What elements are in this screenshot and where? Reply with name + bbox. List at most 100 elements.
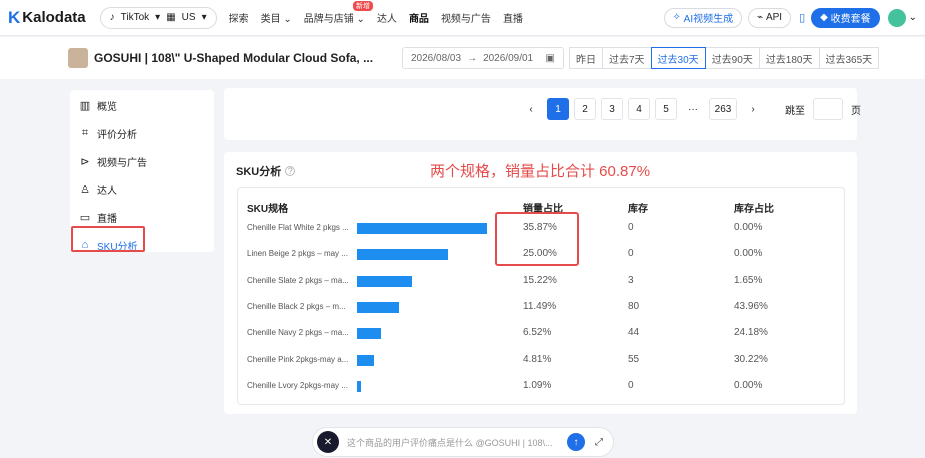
product-title: GOSUHI | 108\" U-Shaped Modular Cloud So…: [94, 51, 374, 65]
sku-row-name: Chenille Navy 2 pkgs – ma...: [247, 328, 349, 337]
page-2[interactable]: 2: [574, 98, 596, 120]
page-last[interactable]: 263: [709, 98, 737, 120]
nav-explore[interactable]: 探索: [229, 10, 249, 25]
sku-share-bar: [357, 249, 448, 260]
expand-icon[interactable]: ⤢: [595, 437, 603, 448]
k-logo-icon: K: [8, 7, 21, 27]
date-end: 2026/09/01: [483, 52, 534, 64]
pricing-button[interactable]: ◆ 收费套餐: [811, 7, 880, 28]
sku-row-share: 4.81%: [523, 354, 552, 365]
range-365d[interactable]: 过去365天: [818, 47, 880, 69]
ai-video-button[interactable]: ✧ AI视频生成: [663, 7, 743, 28]
avatar[interactable]: [887, 8, 906, 27]
nav-brand-label: 品牌与店铺: [303, 14, 354, 25]
sidebar-item-label: 概览: [97, 101, 117, 113]
top-nav: K Kalodata ♪ TikTok ▾ ▦ US ▾ 探索 类目 ⌄ 品牌与…: [0, 0, 925, 36]
range-30d[interactable]: 过去30天: [650, 47, 706, 69]
chevron-down-icon: ⌄: [356, 14, 365, 25]
sidebar-item-video-ads[interactable]: ⊳ 视频与广告: [70, 148, 214, 174]
send-icon[interactable]: ↑: [567, 433, 585, 451]
sku-row-stock: 44: [628, 327, 640, 338]
nav-creator[interactable]: 达人: [377, 10, 397, 25]
sidebar-item-overview[interactable]: ▥ 概览: [70, 92, 214, 118]
nav-live[interactable]: 直播: [503, 10, 523, 25]
user-icon: ♙: [80, 183, 90, 196]
product-header: GOSUHI | 108\" U-Shaped Modular Cloud So…: [0, 37, 925, 79]
sidebar-item-label: 视频与广告: [97, 157, 147, 169]
ai-video-label: AI视频生成: [683, 14, 734, 25]
tiktok-icon: ♪: [109, 12, 115, 23]
range-180d[interactable]: 过去180天: [758, 47, 820, 69]
video-camera-icon: ▭: [79, 211, 91, 224]
api-button[interactable]: ⌁ API: [748, 7, 792, 28]
api-label: API: [765, 12, 783, 23]
sku-row-name: Chenille Black 2 pkgs – m...: [247, 302, 346, 311]
page-jump-input[interactable]: [813, 98, 843, 120]
nav-brand-shop[interactable]: 品牌与店铺 ⌄ 新增: [303, 1, 373, 25]
page-suffix: 页: [851, 105, 861, 117]
chevron-down-icon: ⌄: [283, 14, 292, 25]
nav-video-ads[interactable]: 视频与广告: [441, 10, 491, 25]
ai-bot-icon[interactable]: ✕: [317, 431, 339, 453]
date-range-picker[interactable]: 2026/08/03 → 2026/09/01 ▣: [402, 47, 564, 69]
api-icon: ⌁: [757, 12, 764, 23]
page-3[interactable]: 3: [601, 98, 623, 120]
nav-right: ✧ AI视频生成 ⌁ API ▯ ◆ 收费套餐 ⌄: [658, 7, 917, 28]
platform-selector[interactable]: ♪ TikTok ▾ ▦ US ▾: [99, 6, 217, 29]
chevron-down-icon[interactable]: ⌄: [909, 12, 917, 23]
annotation-text: 两个规格，销量占比合计 60.87%: [430, 163, 651, 180]
sku-section-title: SKU分析 ?: [236, 163, 296, 179]
sku-row-stock: 0: [628, 380, 634, 391]
sidebar-item-reviews[interactable]: ⌗ 评价分析: [70, 120, 214, 146]
sku-row-stock-share: 43.96%: [734, 301, 768, 312]
sku-row-share: 1.09%: [523, 380, 552, 391]
jump-label: 跳至: [785, 105, 805, 117]
range-yesterday[interactable]: 昨日: [569, 47, 603, 69]
nav-category[interactable]: 类目 ⌄: [261, 10, 292, 25]
sku-row-name: Chenille Slate 2 pkgs – ma...: [247, 276, 349, 285]
range-90d[interactable]: 过去90天: [704, 47, 760, 69]
sku-row-stock: 0: [628, 248, 634, 259]
sku-row-share: 15.22%: [523, 275, 557, 286]
quick-range-group: 昨日 过去7天 过去30天 过去90天 过去180天 过去365天: [569, 47, 880, 69]
sidebar-item-label: 评价分析: [97, 129, 137, 141]
ask-input[interactable]: 这个商品的用户评价痛点是什么 @GOSUHI | 108\...: [347, 436, 563, 449]
review-icon: ⌗: [81, 126, 89, 139]
us-flag-icon: ▦: [166, 12, 176, 23]
sku-row-share: 11.49%: [523, 301, 557, 312]
nav-product[interactable]: 商品: [409, 10, 429, 25]
sku-row-stock-share: 0.00%: [734, 248, 763, 259]
chevron-down-icon: ▾: [155, 12, 161, 23]
sku-row-name: Chenille Lvory 2pkgs-may ...: [247, 381, 348, 390]
prev-page-icon[interactable]: ‹: [520, 98, 542, 120]
page-ellipsis[interactable]: ···: [682, 98, 704, 120]
kalodata-logo[interactable]: K Kalodata: [8, 8, 86, 28]
sku-row-stock: 80: [628, 301, 640, 312]
diamond-icon: ◆: [820, 12, 828, 23]
chart-icon: ▥: [79, 99, 91, 112]
header-stock-share: 库存占比: [734, 204, 774, 215]
sku-share-bar: [357, 276, 412, 287]
help-icon[interactable]: ?: [285, 166, 296, 176]
sku-share-bar: [357, 381, 361, 392]
next-page-icon[interactable]: ›: [742, 98, 764, 120]
page-1[interactable]: 1: [547, 98, 569, 120]
sparkle-icon: ✧: [672, 12, 681, 23]
page-jump: 跳至 页: [785, 98, 861, 120]
arrow-right-icon: →: [467, 52, 478, 64]
page-4[interactable]: 4: [628, 98, 650, 120]
logo-text: Kalodata: [22, 9, 86, 26]
pricing-label: 收费套餐: [830, 14, 871, 25]
sku-row-stock-share: 24.18%: [734, 327, 768, 338]
platform-label: TikTok: [120, 12, 150, 23]
product-thumbnail: [68, 48, 88, 68]
range-7d[interactable]: 过去7天: [602, 47, 652, 69]
phone-icon[interactable]: ▯: [799, 11, 805, 24]
sku-row-stock: 3: [628, 275, 634, 286]
calendar-icon: ▣: [545, 52, 555, 64]
sku-row-stock: 55: [628, 354, 640, 365]
page-5[interactable]: 5: [655, 98, 677, 120]
pagination: ‹ 1 2 3 4 5 ··· 263 › 跳至 页: [520, 98, 861, 120]
sidebar-item-creators[interactable]: ♙ 达人: [70, 176, 214, 202]
sku-row-stock-share: 30.22%: [734, 354, 768, 365]
